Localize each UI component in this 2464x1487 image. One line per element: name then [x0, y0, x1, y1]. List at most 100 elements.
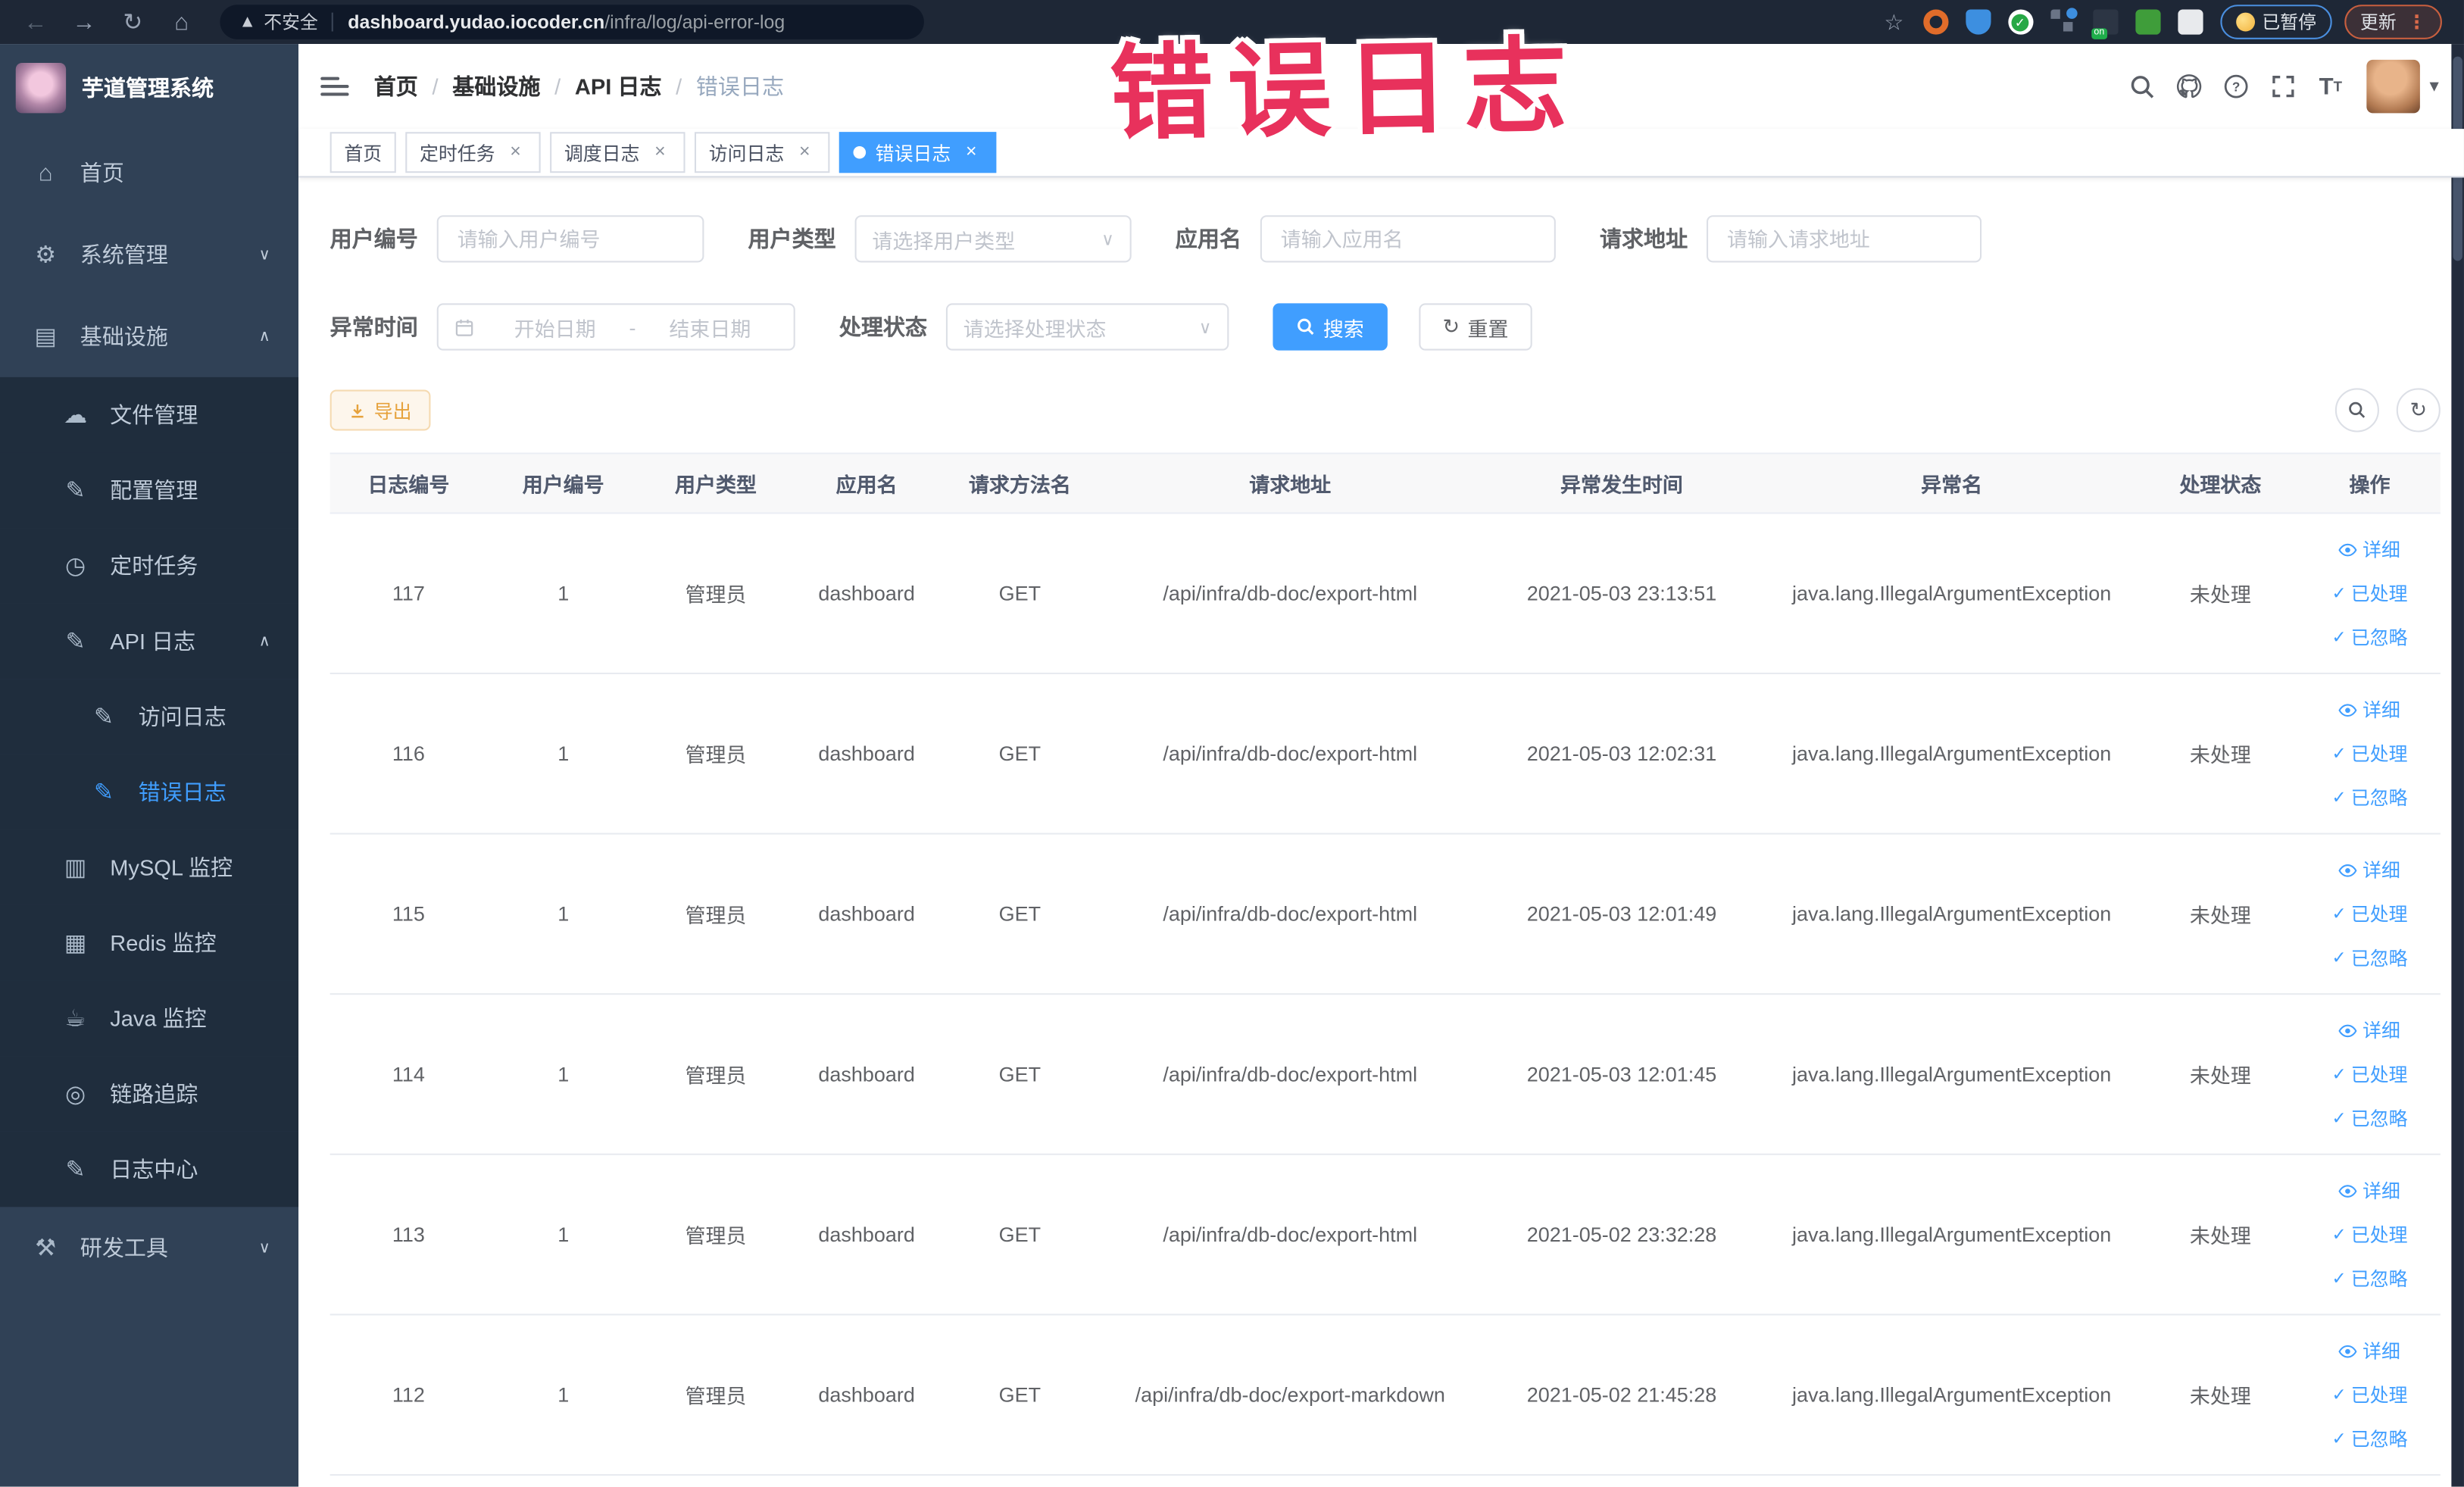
action-已忽略[interactable]: ✓ 已忽略 [2331, 936, 2407, 979]
action-已忽略[interactable]: ✓ 已忽略 [2331, 776, 2407, 820]
cell-method: GET [998, 1062, 1042, 1086]
action-已处理[interactable]: ✓ 已处理 [2331, 732, 2407, 776]
user-id-input[interactable] [436, 215, 704, 263]
tab-定时任务[interactable]: 定时任务 × [405, 132, 541, 173]
font-size-icon[interactable]: TT [2307, 63, 2354, 110]
date-range-picker[interactable]: 开始日期 - 结束日期 [436, 303, 795, 351]
action-已处理[interactable]: ✓ 已处理 [2331, 1052, 2407, 1096]
action-详细[interactable]: 详细 [2339, 688, 2400, 732]
mysql-monitor-icon: ▥ [64, 854, 87, 882]
tab-首页[interactable]: 首页 [329, 132, 396, 173]
breadcrumb-item-API 日志[interactable]: API 日志 [575, 70, 662, 102]
toggle-search-icon[interactable] [2334, 388, 2379, 433]
extension-icon[interactable] [1965, 9, 1991, 35]
request-url-input[interactable] [1707, 215, 1982, 263]
profile-paused-badge[interactable]: 已暂停 [2219, 5, 2332, 39]
action-已处理[interactable]: ✓ 已处理 [2331, 1373, 2407, 1417]
app-name-input[interactable] [1260, 215, 1556, 263]
action-已忽略[interactable]: ✓ 已忽略 [2331, 1417, 2407, 1460]
forward-icon[interactable]: → [70, 8, 97, 35]
collapse-sidebar-icon[interactable] [320, 72, 349, 100]
address-bar[interactable]: ▲ 不安全 dashboard.yudao.iocoder.cn/infra/l… [220, 5, 924, 39]
action-详细[interactable]: 详细 [2339, 1329, 2400, 1373]
sidebar-item-label: MySQL 监控 [110, 854, 233, 880]
fullscreen-icon[interactable] [2259, 63, 2306, 110]
sidebar-item-日志中心[interactable]: ✎ 日志中心 [0, 1131, 299, 1207]
redis-monitor-icon: ▦ [64, 930, 87, 957]
sidebar-item-label: 访问日志 [138, 704, 226, 729]
action-已忽略[interactable]: ✓ 已忽略 [2331, 615, 2407, 659]
action-已忽略[interactable]: ✓ 已忽略 [2331, 1257, 2407, 1301]
extensions-puzzle-icon[interactable] [2177, 9, 2203, 35]
action-详细[interactable]: 详细 [2339, 527, 2400, 571]
export-button[interactable]: 导出 [329, 389, 431, 431]
sidebar-item-Java 监控[interactable]: ☕ Java 监控 [0, 980, 299, 1057]
action-详细[interactable]: 详细 [2339, 1168, 2400, 1212]
action-label: 已忽略 [2350, 626, 2408, 648]
reload-icon[interactable]: ↻ [120, 8, 146, 35]
reset-button[interactable]: ↻ 重置 [1419, 303, 1532, 351]
sidebar-item-配置管理[interactable]: ✎ 配置管理 [0, 452, 299, 529]
search-button[interactable]: 搜索 [1273, 303, 1388, 351]
sidebar-item-API 日志[interactable]: ✎ API 日志 ∧ [0, 603, 299, 679]
sidebar-item-研发工具[interactable]: ⚒ 研发工具 ∨ [0, 1207, 298, 1289]
chevron-down-icon[interactable]: ▼ [2426, 78, 2442, 95]
sidebar-item-链路追踪[interactable]: ◎ 链路追踪 [0, 1056, 299, 1132]
sidebar-item-访问日志[interactable]: ✎ 访问日志 [0, 679, 299, 754]
sidebar-item-系统管理[interactable]: ⚙ 系统管理 ∨ [0, 214, 298, 295]
sidebar-item-文件管理[interactable]: ☁ 文件管理 [0, 376, 299, 453]
user-type-select[interactable]: 请选择用户类型 ∨ [854, 215, 1132, 263]
close-tab-icon[interactable]: × [649, 141, 671, 164]
sidebar-item-定时任务[interactable]: ◷ 定时任务 [0, 528, 299, 604]
breadcrumb-item-基础设施[interactable]: 基础设施 [452, 70, 540, 102]
sidebar-item-label: 研发工具 [80, 1235, 168, 1261]
sidebar-item-错误日志[interactable]: ✎ 错误日志 [0, 754, 299, 830]
process-status-select[interactable]: 请选择处理状态 ∨ [945, 303, 1229, 351]
sidebar-item-基础设施[interactable]: ▤ 基础设施 ∧ [0, 295, 298, 377]
action-详细[interactable]: 详细 [2339, 848, 2400, 892]
home-icon[interactable]: ⌂ [168, 8, 195, 35]
breadcrumb-item-首页[interactable]: 首页 [374, 70, 418, 102]
bookmark-star-icon[interactable]: ☆ [1884, 8, 1903, 35]
extension-icon[interactable]: ✓ [2007, 9, 2033, 35]
close-tab-icon[interactable]: × [794, 141, 816, 164]
chevron-down-icon: ∨ [1101, 230, 1114, 249]
extension-icon[interactable] [1922, 9, 1948, 35]
sidebar-item-MySQL 监控[interactable]: ▥ MySQL 监控 [0, 829, 299, 905]
tab-调度日志[interactable]: 调度日志 × [550, 132, 685, 173]
sidebar-logo[interactable]: 芋道管理系统 [0, 44, 298, 132]
action-已处理[interactable]: ✓ 已处理 [2331, 571, 2407, 615]
extension-icon[interactable] [2050, 8, 2077, 35]
search-icon[interactable] [2119, 63, 2166, 110]
app-root: 芋道管理系统 ⌂ 首页 ⚙ 系统管理 ∨ ▤ 基础设施 ∧ ☁ 文件管理 ✎ 配置管理 ◷ 定时任务 ✎ AP… [0, 44, 2464, 1487]
github-icon[interactable] [2166, 63, 2213, 110]
refresh-icon[interactable]: ↻ [2396, 388, 2441, 433]
error-log-table: 日志编号 用户编号 用户类型 应用名 请求方法名 请求地址 异常发生时间 异常名 处理状态 操作 … [329, 452, 2441, 1476]
security-label: 不安全 [264, 14, 318, 33]
column-header-异常发生时间: 异常发生时间 [1560, 473, 1683, 497]
question-icon[interactable]: ? [2213, 63, 2259, 110]
action-label: 已忽略 [2350, 946, 2408, 969]
close-tab-icon[interactable]: × [960, 141, 982, 164]
action-已处理[interactable]: ✓ 已处理 [2331, 1213, 2407, 1257]
cell-app: dashboard [818, 1062, 915, 1086]
action-已处理[interactable]: ✓ 已处理 [2331, 892, 2407, 936]
action-已忽略[interactable]: ✓ 已忽略 [2331, 1096, 2407, 1140]
menu-dots-icon[interactable]: ⋮ [2407, 11, 2426, 33]
column-header-处理状态: 处理状态 [2179, 473, 2262, 497]
close-tab-icon[interactable]: × [504, 141, 526, 164]
annotation-overlay: 错误日志 [1108, 25, 1582, 155]
action-详细[interactable]: 详细 [2339, 1008, 2400, 1052]
page-scrollbar[interactable] [2451, 44, 2464, 1487]
tab-访问日志[interactable]: 访问日志 × [695, 132, 830, 173]
extension-icon[interactable] [2135, 9, 2160, 35]
back-icon[interactable]: ← [22, 8, 48, 35]
sidebar-item-Redis 监控[interactable]: ▦ Redis 监控 [0, 904, 299, 981]
sidebar-item-label: Redis 监控 [110, 930, 217, 956]
avatar[interactable] [2366, 59, 2421, 114]
sidebar-item-首页[interactable]: ⌂ 首页 [0, 132, 298, 214]
check-icon: ✓ [2331, 1429, 2347, 1448]
tab-错误日志[interactable]: 错误日志 × [839, 132, 997, 173]
extension-icon[interactable]: on [2091, 9, 2118, 39]
chrome-update-button[interactable]: 更新 ⋮ [2344, 5, 2442, 39]
